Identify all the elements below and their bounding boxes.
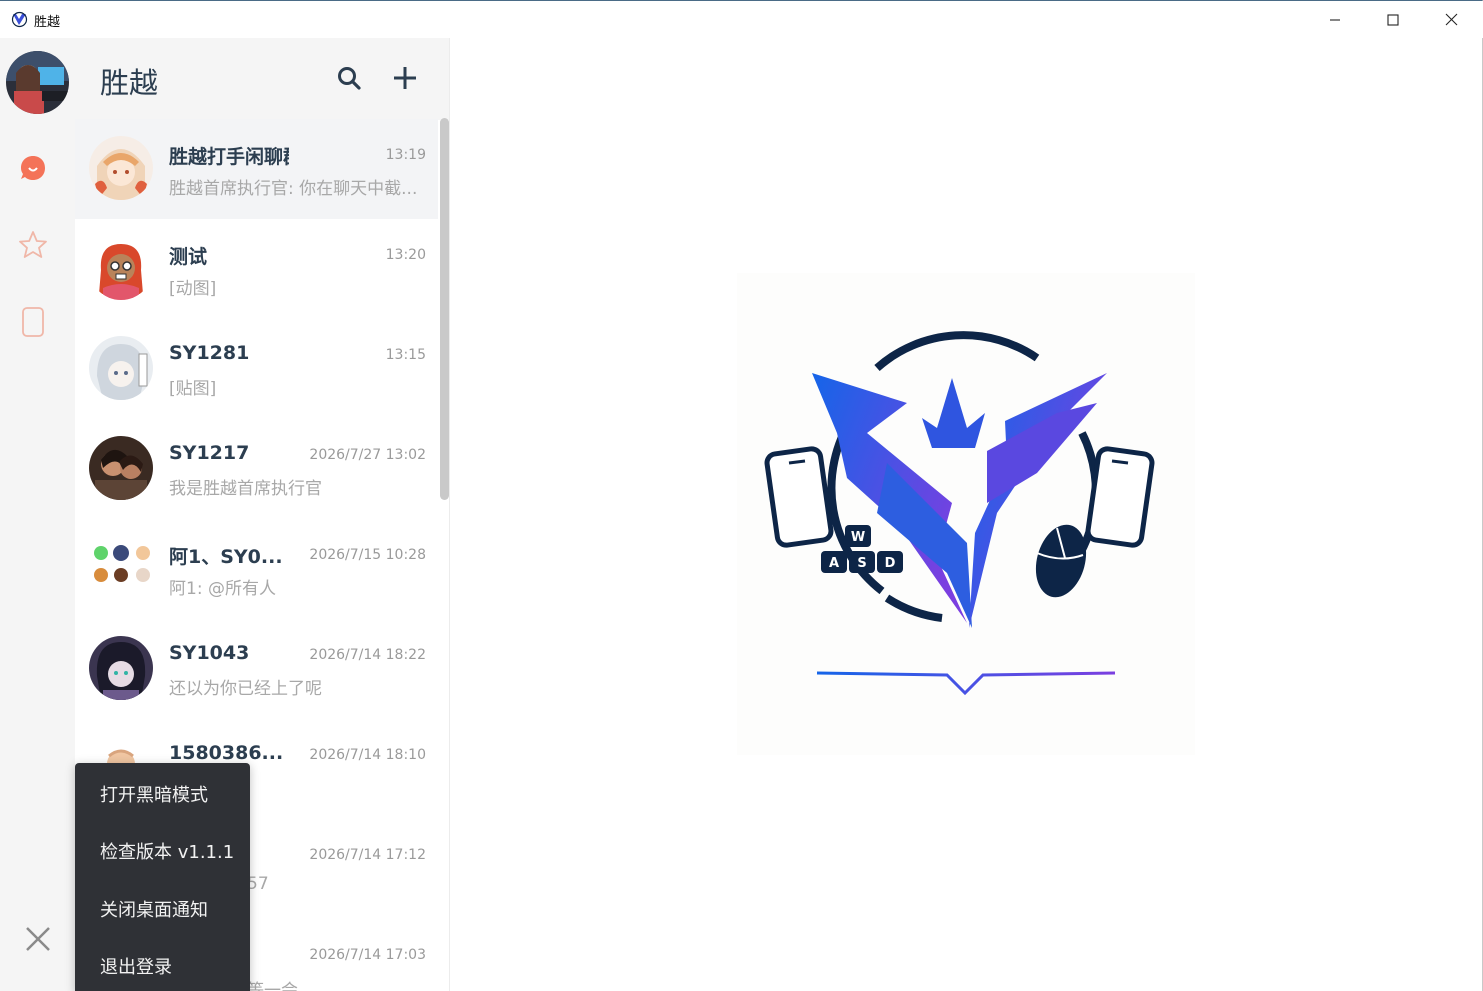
nav-messages[interactable] xyxy=(17,152,49,184)
menu-item-check-version[interactable]: 检查版本 v1.1.1 xyxy=(100,838,234,864)
chat-avatar xyxy=(89,636,153,700)
title-bar[interactable]: 胜越 xyxy=(0,1,1483,38)
list-title: 胜越 xyxy=(100,66,159,100)
menu-item-disable-notifications[interactable]: 关闭桌面通知 xyxy=(100,896,208,922)
star-icon xyxy=(19,231,47,258)
chat-name: 胜越打手闲聊群 xyxy=(169,146,289,168)
app-window: 胜越 胜越 胜越打手闲聊群 13:19 胜越首席执行官: 你在聊天中截... 测… xyxy=(0,0,1483,991)
close-icon[interactable] xyxy=(22,923,54,955)
nav-rail xyxy=(0,38,75,991)
chat-time: 13:19 xyxy=(385,147,426,163)
chat-last-message: 胜越首席执行官: 你在聊天中截... xyxy=(169,179,418,199)
chat-avatar xyxy=(89,236,153,300)
chat-avatar xyxy=(89,136,153,200)
chat-bubble-icon xyxy=(21,156,45,180)
key-w: W xyxy=(851,530,865,545)
phone-icon xyxy=(22,307,44,337)
nav-contacts[interactable] xyxy=(17,306,49,338)
key-a: A xyxy=(829,556,839,571)
settings-menu: 打开黑暗模式 检查版本 v1.1.1 关闭桌面通知 退出登录 xyxy=(75,763,250,991)
chat-last-message: [贴图] xyxy=(169,379,217,399)
key-d: D xyxy=(885,556,896,571)
app-logo-icon xyxy=(11,11,28,28)
search-icon[interactable] xyxy=(336,65,362,91)
chat-last-message: 等一会 xyxy=(247,981,298,991)
chat-item[interactable]: SY1217 2026/7/27 13:02 我是胜越首席执行官 xyxy=(75,419,438,519)
brand-logo: W A S D xyxy=(737,273,1195,755)
chat-list-header: 胜越 xyxy=(75,38,449,120)
chat-avatar xyxy=(89,436,153,500)
chat-last-message: 57 xyxy=(247,874,269,894)
chat-name: 1580386... xyxy=(169,742,284,764)
menu-item-logout[interactable]: 退出登录 xyxy=(100,953,172,979)
menu-item-dark-mode[interactable]: 打开黑暗模式 xyxy=(100,781,208,807)
chat-time: 2026/7/15 10:28 xyxy=(309,547,426,563)
minimize-icon xyxy=(1330,18,1340,21)
chat-time: 2026/7/14 18:10 xyxy=(309,747,426,763)
chat-item[interactable]: SY1281 13:15 [贴图] xyxy=(75,319,438,419)
chat-time: 13:15 xyxy=(385,347,426,363)
chat-name: SY1281 xyxy=(169,342,250,364)
window-title: 胜越 xyxy=(34,15,61,30)
plus-icon[interactable] xyxy=(391,64,419,92)
chat-last-message: 阿1: @所有人 xyxy=(169,579,276,599)
close-icon xyxy=(1445,13,1457,26)
main-panel: W A S D xyxy=(450,38,1481,991)
chat-name: SY1217 xyxy=(169,442,250,464)
chat-time: 2026/7/14 17:12 xyxy=(309,847,426,863)
chat-item[interactable]: 测试 13:20 [动图] xyxy=(75,219,438,319)
chat-list-scrollbar[interactable] xyxy=(440,118,449,500)
nav-favorites[interactable] xyxy=(17,229,49,261)
chat-last-message: 还以为你已经上了呢 xyxy=(169,679,322,699)
chat-name: 测试 xyxy=(169,246,208,268)
chat-last-message: 我是胜越首席执行官 xyxy=(169,479,322,499)
maximize-button[interactable] xyxy=(1364,1,1422,38)
chat-time: 2026/7/27 13:02 xyxy=(309,447,426,463)
key-s: S xyxy=(857,556,866,571)
minimize-button[interactable] xyxy=(1306,1,1364,38)
chat-item[interactable]: SY1043 2026/7/14 18:22 还以为你已经上了呢 xyxy=(75,619,438,719)
chat-item[interactable]: 阿1、SY0... 2026/7/15 10:28 阿1: @所有人 xyxy=(75,519,438,619)
maximize-icon xyxy=(1387,13,1399,26)
chat-item[interactable]: 胜越打手闲聊群 13:19 胜越首席执行官: 你在聊天中截... xyxy=(75,119,438,219)
group-avatar xyxy=(89,536,153,600)
chat-time: 2026/7/14 18:22 xyxy=(309,647,426,663)
chat-name: 阿1、SY0... xyxy=(169,546,283,568)
user-avatar[interactable] xyxy=(6,51,69,114)
chat-time: 13:20 xyxy=(385,247,426,263)
chat-name: SY1043 xyxy=(169,642,250,664)
window-close-button[interactable] xyxy=(1422,1,1480,38)
chat-last-message: [动图] xyxy=(169,279,217,299)
chat-time: 2026/7/14 17:03 xyxy=(309,947,426,963)
chat-avatar xyxy=(89,336,153,400)
